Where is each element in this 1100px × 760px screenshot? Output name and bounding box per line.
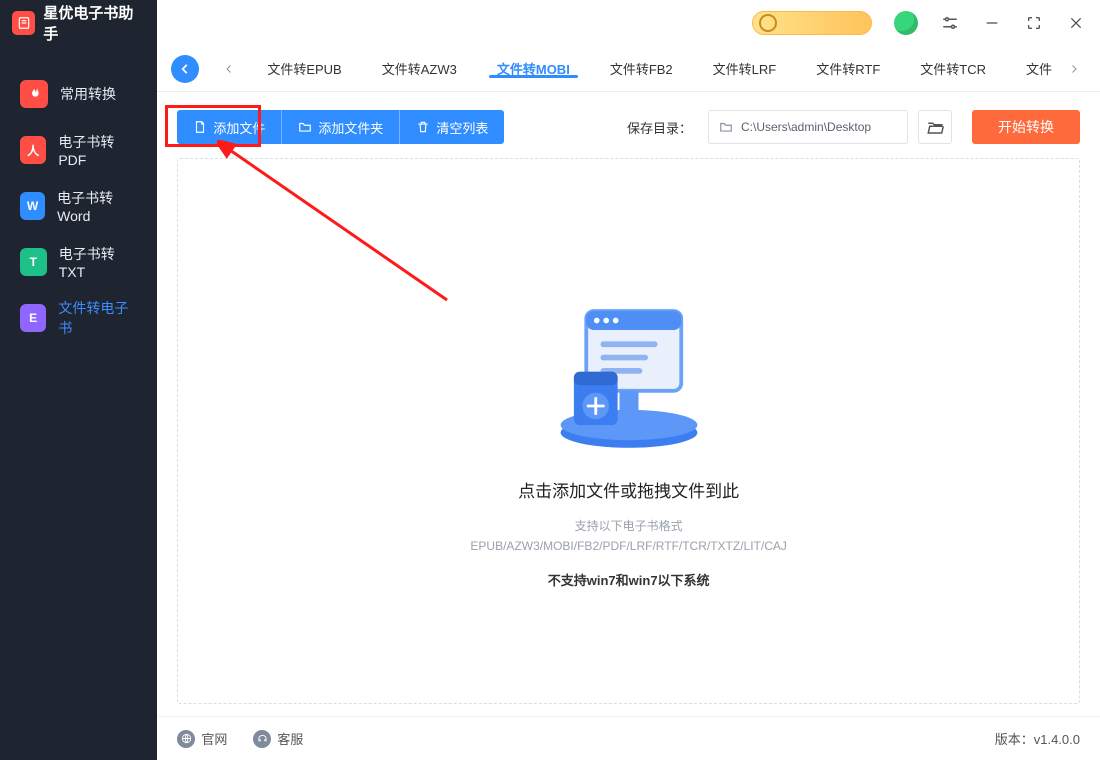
sidebar-item-label: 文件转电子书 <box>58 298 137 338</box>
toolbar-button-group: 添加文件 添加文件夹 清空列表 <box>177 110 504 144</box>
drop-title: 点击添加文件或拖拽文件到此 <box>518 477 739 502</box>
official-site-label: 官网 <box>201 729 227 748</box>
tab-mobi[interactable]: 文件转MOBI <box>477 59 590 78</box>
word-icon: W <box>20 192 45 220</box>
minimize-icon[interactable] <box>982 13 1002 33</box>
save-path-box[interactable]: C:\Users\admin\Desktop <box>708 110 908 144</box>
fire-icon <box>20 80 48 108</box>
tabs-row: 文件转EPUB 文件转AZW3 文件转MOBI 文件转FB2 文件转LRF 文件… <box>157 46 1100 92</box>
sidebar-item-label: 电子书转TXT <box>59 244 138 280</box>
app-title: 星优电子书助手 <box>43 2 145 44</box>
sidebar-nav: 常用转换 人 电子书转PDF W 电子书转Word T 电子书转TXT E 文件… <box>0 46 157 346</box>
txt-icon: T <box>20 248 47 276</box>
add-file-label: 添加文件 <box>213 118 265 137</box>
version: 版本：v1.4.0.0 <box>995 729 1080 748</box>
titlebar <box>157 0 1100 46</box>
trash-icon <box>416 120 430 134</box>
drop-illustration-icon <box>534 273 724 463</box>
footer: 官网 客服 版本：v1.4.0.0 <box>157 716 1100 760</box>
tabs: 文件转EPUB 文件转AZW3 文件转MOBI 文件转FB2 文件转LRF 文件… <box>247 59 1056 78</box>
sidebar: 星优电子书助手 常用转换 人 电子书转PDF W 电子书转Word T 电子书转… <box>0 0 157 760</box>
vip-pill[interactable] <box>752 11 872 35</box>
support-label: 客服 <box>277 729 303 748</box>
sidebar-item-label: 电子书转Word <box>57 188 137 224</box>
support-link[interactable]: 客服 <box>253 729 303 748</box>
folder-open-icon <box>926 118 944 136</box>
app-logo-icon <box>12 11 35 35</box>
main: 文件转EPUB 文件转AZW3 文件转MOBI 文件转FB2 文件转LRF 文件… <box>157 0 1100 760</box>
settings-icon[interactable] <box>940 13 960 33</box>
sidebar-item-pdf[interactable]: 人 电子书转PDF <box>0 122 157 178</box>
avatar[interactable] <box>894 11 918 35</box>
start-label: 开始转换 <box>998 117 1054 137</box>
tab-scroll-left[interactable] <box>211 51 247 87</box>
tab-tcr[interactable]: 文件转TCR <box>900 59 1006 78</box>
tab-lrf[interactable]: 文件转LRF <box>693 59 797 78</box>
file-icon <box>193 120 207 134</box>
tab-fb2[interactable]: 文件转FB2 <box>590 59 693 78</box>
sidebar-item-label: 常用转换 <box>60 84 116 104</box>
close-icon[interactable] <box>1066 13 1086 33</box>
sidebar-item-txt[interactable]: T 电子书转TXT <box>0 234 157 290</box>
folder-small-icon <box>719 120 733 134</box>
tab-epub[interactable]: 文件转EPUB <box>247 59 361 78</box>
maximize-icon[interactable] <box>1024 13 1044 33</box>
tab-rtf[interactable]: 文件转RTF <box>796 59 900 78</box>
drop-warning: 不支持win7和win7以下系统 <box>548 570 710 589</box>
headset-icon <box>253 730 271 748</box>
add-folder-label: 添加文件夹 <box>318 118 383 137</box>
globe-icon <box>177 730 195 748</box>
drop-wrap: 点击添加文件或拖拽文件到此 支持以下电子书格式 EPUB/AZW3/MOBI/F… <box>157 158 1100 716</box>
clear-list-label: 清空列表 <box>436 118 488 137</box>
official-site-link[interactable]: 官网 <box>177 729 227 748</box>
pdf-icon: 人 <box>20 136 46 164</box>
tab-azw3[interactable]: 文件转AZW3 <box>362 59 477 78</box>
toolbar: 添加文件 添加文件夹 清空列表 保存目录： C:\Users\admin\Des… <box>157 92 1100 158</box>
tab-back-button[interactable] <box>171 55 199 83</box>
app-header: 星优电子书助手 <box>0 0 157 46</box>
save-path-value: C:\Users\admin\Desktop <box>741 120 871 134</box>
drop-area[interactable]: 点击添加文件或拖拽文件到此 支持以下电子书格式 EPUB/AZW3/MOBI/F… <box>177 158 1080 704</box>
sidebar-item-label: 电子书转PDF <box>58 132 137 168</box>
clear-list-button[interactable]: 清空列表 <box>400 110 504 144</box>
drop-subtext: 支持以下电子书格式 EPUB/AZW3/MOBI/FB2/PDF/LRF/RTF… <box>470 516 786 557</box>
tab-scroll-right[interactable] <box>1056 51 1092 87</box>
ebook-icon: E <box>20 304 46 332</box>
sidebar-item-word[interactable]: W 电子书转Word <box>0 178 157 234</box>
save-dir-label: 保存目录： <box>627 118 692 137</box>
folder-icon <box>298 120 312 134</box>
version-value: v1.4.0.0 <box>1034 732 1080 747</box>
tab-overflow[interactable]: 文件 <box>1006 59 1056 78</box>
start-convert-button[interactable]: 开始转换 <box>972 110 1080 144</box>
drop-sub2: EPUB/AZW3/MOBI/FB2/PDF/LRF/RTF/TCR/TXTZ/… <box>470 536 786 556</box>
sidebar-item-toebook[interactable]: E 文件转电子书 <box>0 290 157 346</box>
sidebar-item-common[interactable]: 常用转换 <box>0 66 157 122</box>
browse-folder-button[interactable] <box>918 110 952 144</box>
version-label: 版本： <box>995 732 1034 747</box>
add-file-button[interactable]: 添加文件 <box>177 110 282 144</box>
add-folder-button[interactable]: 添加文件夹 <box>282 110 400 144</box>
drop-sub1: 支持以下电子书格式 <box>470 516 786 536</box>
